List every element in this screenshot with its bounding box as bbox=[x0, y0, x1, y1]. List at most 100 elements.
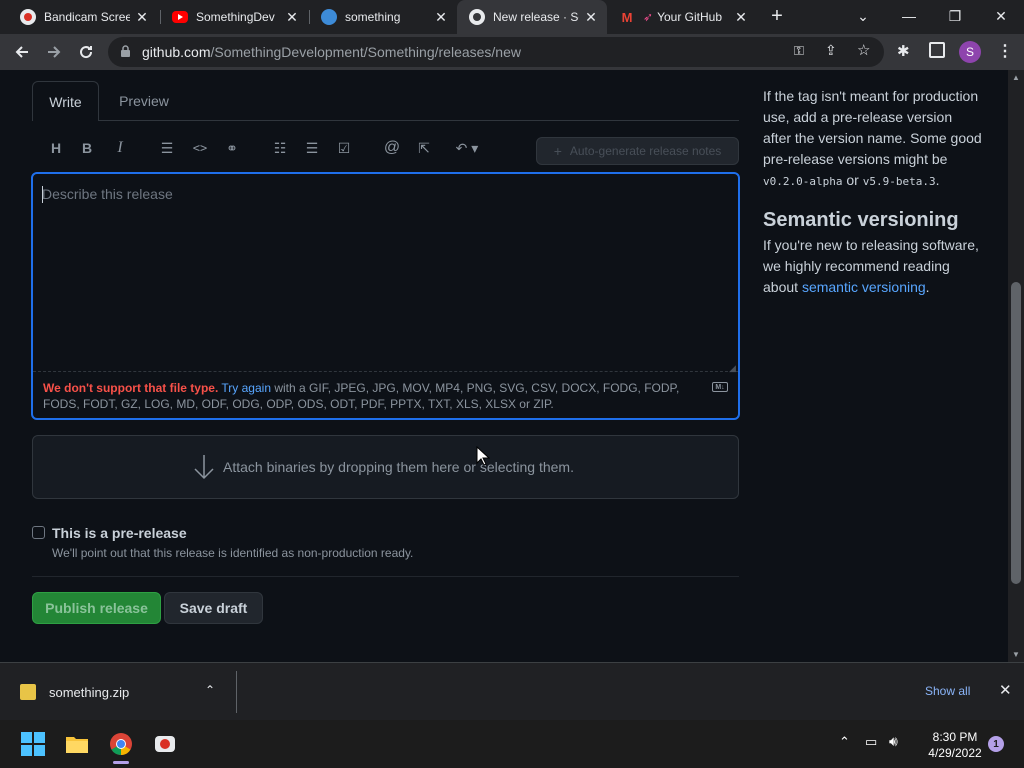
extensions-icon[interactable]: ✱ bbox=[897, 42, 910, 60]
address-bar[interactable]: github.com/SomethingDevelopment/Somethin… bbox=[108, 37, 884, 67]
tab-youtube[interactable]: SomethingDev ✕ bbox=[160, 0, 308, 34]
show-all-button[interactable]: Show all bbox=[925, 684, 970, 698]
mention-icon[interactable]: @ bbox=[382, 138, 402, 158]
page-content: Write Preview H B I ☰ <> ⚭ ☷ ☰ ☑ @ ⇱ ↶ ▾… bbox=[0, 70, 1008, 662]
system-clock[interactable]: 8:30 PM 4/29/2022 bbox=[918, 729, 992, 761]
tab-gmail[interactable]: M ➶ Your GitHub ✕ bbox=[607, 0, 757, 34]
maximize-button[interactable]: ❐ bbox=[932, 0, 978, 32]
bold-icon[interactable]: B bbox=[77, 138, 97, 158]
divider bbox=[32, 576, 739, 577]
youtube-icon bbox=[172, 11, 188, 23]
prerelease-label[interactable]: This is a pre-release bbox=[52, 525, 187, 541]
menu-icon[interactable]: ⋮ bbox=[997, 41, 1013, 61]
scroll-up-icon[interactable]: ▲ bbox=[1012, 73, 1020, 82]
tab-title: Bandicam Scree bbox=[44, 10, 130, 24]
undo-icon[interactable]: ↶ ▾ bbox=[452, 138, 482, 158]
close-window-button[interactable]: ✕ bbox=[978, 0, 1024, 32]
tab-divider bbox=[98, 120, 739, 121]
close-tab-icon[interactable]: ✕ bbox=[429, 9, 453, 26]
attach-binaries-dropzone[interactable]: Attach binaries by dropping them here or… bbox=[32, 435, 739, 499]
close-tab-icon[interactable]: ✕ bbox=[130, 9, 154, 26]
scroll-down-icon[interactable]: ▼ bbox=[1012, 650, 1020, 659]
rocket-icon: ➶ bbox=[643, 10, 654, 24]
lock-icon[interactable] bbox=[120, 45, 131, 63]
bookmark-star-icon[interactable]: ☆ bbox=[857, 41, 870, 59]
tab-new-release[interactable]: New release · Sc ✕ bbox=[457, 0, 607, 34]
help-sidebar: If the tag isn't meant for production us… bbox=[763, 86, 983, 298]
url-text: github.com/SomethingDevelopment/Somethin… bbox=[142, 44, 521, 60]
file-explorer-icon[interactable] bbox=[65, 732, 89, 756]
attach-text: Attach binaries by dropping them here or… bbox=[223, 459, 574, 475]
app-icon bbox=[321, 9, 337, 25]
italic-icon[interactable]: I bbox=[110, 138, 130, 158]
new-tab-button[interactable]: + bbox=[760, 0, 794, 32]
bulleted-list-icon[interactable]: ☷ bbox=[270, 138, 290, 158]
share-icon[interactable]: ⇪ bbox=[825, 42, 837, 59]
reload-button[interactable] bbox=[72, 38, 100, 66]
semantic-versioning-heading: Semantic versioning bbox=[763, 209, 959, 231]
tab-strip: Bandicam Scree ✕ SomethingDev ✕ somethin… bbox=[0, 0, 1024, 34]
tab-title: something bbox=[345, 10, 401, 24]
taskbar: ⌃ ▭ 🔊︎ 8:30 PM 4/29/2022 1 bbox=[0, 720, 1024, 768]
auto-generate-release-notes-button[interactable]: + Auto-generate release notes bbox=[536, 137, 739, 165]
profile-avatar[interactable]: S bbox=[959, 41, 981, 63]
publish-release-button[interactable]: Publish release bbox=[32, 592, 161, 624]
reference-icon[interactable]: ⇱ bbox=[414, 138, 434, 158]
link-icon[interactable]: ⚭ bbox=[222, 138, 242, 158]
semver-help: If you're new to releasing software, we … bbox=[763, 237, 979, 295]
tab-title: SomethingDev bbox=[196, 10, 275, 24]
close-tab-icon[interactable]: ✕ bbox=[579, 9, 603, 26]
heading-icon[interactable]: H bbox=[46, 138, 66, 158]
tab-something[interactable]: something ✕ bbox=[309, 0, 457, 34]
tab-write[interactable]: Write bbox=[32, 81, 99, 121]
bandicam-icon bbox=[20, 9, 36, 25]
semantic-versioning-link[interactable]: semantic versioning bbox=[802, 279, 926, 295]
forward-button[interactable] bbox=[40, 38, 68, 66]
github-icon bbox=[469, 9, 485, 25]
minimize-button[interactable]: — bbox=[886, 0, 932, 32]
quote-icon[interactable]: ☰ bbox=[157, 138, 177, 158]
tab-search-button[interactable]: ⌄ bbox=[840, 0, 886, 32]
release-description-editor[interactable]: Describe this release ◢ We don't support… bbox=[31, 172, 740, 420]
file-type-error: We don't support that file type. Try aga… bbox=[43, 380, 693, 412]
page-scrollbar[interactable]: ▲ ▼ bbox=[1008, 70, 1024, 662]
prerelease-help: If the tag isn't meant for production us… bbox=[763, 88, 982, 188]
side-panel-icon[interactable] bbox=[929, 42, 945, 58]
prerelease-checkbox[interactable] bbox=[32, 526, 45, 539]
bandicam-taskbar-icon[interactable] bbox=[153, 732, 177, 756]
tray-chevron-icon[interactable]: ⌃ bbox=[839, 734, 850, 750]
download-item[interactable]: something.zip bbox=[49, 685, 129, 700]
tab-bandicam[interactable]: Bandicam Scree ✕ bbox=[8, 0, 158, 34]
numbered-list-icon[interactable]: ☰ bbox=[302, 138, 322, 158]
drop-divider bbox=[33, 371, 738, 372]
chrome-icon[interactable] bbox=[109, 732, 133, 756]
windows-start-icon[interactable] bbox=[21, 732, 45, 756]
zip-file-icon bbox=[20, 684, 36, 700]
close-downloads-icon[interactable]: ✕ bbox=[999, 681, 1012, 699]
tab-title: New release · Sc bbox=[493, 10, 579, 24]
try-again-link[interactable]: Try again bbox=[221, 381, 271, 395]
resize-handle-icon[interactable]: ◢ bbox=[729, 363, 736, 374]
volume-icon[interactable]: 🔊︎ bbox=[889, 733, 898, 750]
back-button[interactable] bbox=[8, 38, 36, 66]
plus-icon: + bbox=[553, 143, 562, 159]
save-draft-button[interactable]: Save draft bbox=[164, 592, 263, 624]
code-icon[interactable]: <> bbox=[190, 138, 210, 158]
close-tab-icon[interactable]: ✕ bbox=[280, 9, 304, 26]
notification-badge[interactable]: 1 bbox=[988, 736, 1004, 752]
arrow-down-icon bbox=[193, 454, 215, 485]
network-icon[interactable]: ▭ bbox=[865, 734, 877, 750]
prerelease-note: We'll point out that this release is ide… bbox=[52, 546, 414, 560]
close-tab-icon[interactable]: ✕ bbox=[729, 9, 753, 26]
gmail-icon: M bbox=[621, 9, 633, 25]
mouse-cursor bbox=[476, 445, 491, 471]
chevron-up-icon[interactable]: ⌃ bbox=[205, 683, 215, 697]
browser-toolbar: github.com/SomethingDevelopment/Somethin… bbox=[0, 34, 1024, 70]
error-message: We don't support that file type. bbox=[43, 381, 219, 395]
description-placeholder[interactable]: Describe this release bbox=[42, 186, 173, 202]
tab-preview[interactable]: Preview bbox=[108, 81, 180, 121]
task-list-icon[interactable]: ☑ bbox=[334, 138, 354, 158]
markdown-icon[interactable]: M↓ bbox=[712, 382, 728, 392]
key-icon[interactable]: ⚿ bbox=[794, 43, 804, 59]
scrollbar-thumb[interactable] bbox=[1011, 282, 1021, 584]
